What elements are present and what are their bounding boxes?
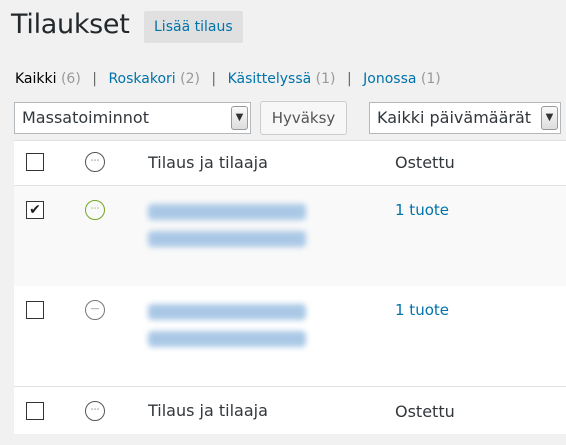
filter-trash-count: (2) [180, 71, 200, 87]
filter-processing[interactable]: Käsittelyssä [228, 71, 312, 87]
table-row[interactable]: ✔ ⋯ 1 tuote [14, 186, 566, 286]
order-column-header[interactable]: Tilaus ja tilaaja [148, 401, 268, 420]
bulk-actions-value: Massatoiminnot [22, 108, 149, 127]
purchased-items-link[interactable]: 1 tuote [395, 201, 449, 219]
table-header: ⋯ Tilaus ja tilaaja Ostettu [14, 141, 566, 186]
order-title-redacted[interactable] [148, 304, 306, 320]
table-footer: ⋯ Tilaus ja tilaaja Ostettu [14, 388, 566, 434]
filter-all-count: (6) [60, 71, 81, 87]
add-order-button[interactable]: Lisää tilaus [144, 11, 243, 43]
bulk-actions-select[interactable]: Massatoiminnot ▼ [14, 102, 251, 134]
order-email-redacted [148, 231, 306, 247]
orders-table: ⋯ Tilaus ja tilaaja Ostettu ✔ ⋯ 1 tuote … [14, 140, 566, 434]
order-email-redacted [148, 331, 306, 347]
row-checkbox[interactable]: ✔ [26, 201, 44, 219]
cancelled-status-icon: — [85, 300, 105, 320]
purchased-column-header: Ostettu [395, 153, 455, 172]
page-title: Tilaukset [11, 9, 130, 40]
filter-on-hold-count: (1) [420, 71, 441, 87]
status-filter-links: Kaikki (6) | Roskakori (2) | Käsittelyss… [15, 71, 441, 87]
chevron-down-icon: ▼ [231, 106, 248, 130]
row-checkbox[interactable] [26, 301, 44, 319]
table-row[interactable]: — 1 tuote [14, 286, 566, 387]
chevron-down-icon: ▼ [541, 106, 558, 130]
filter-trash[interactable]: Roskakori [108, 71, 175, 87]
separator: | [92, 71, 97, 87]
apply-button[interactable]: Hyväksy [260, 101, 347, 135]
purchased-column-header: Ostettu [395, 402, 455, 421]
date-filter-value: Kaikki päivämäärät [377, 108, 532, 127]
filter-on-hold[interactable]: Jonossa [363, 71, 416, 87]
status-column-icon: ⋯ [85, 401, 105, 421]
filter-all[interactable]: Kaikki [15, 71, 57, 87]
order-column-header[interactable]: Tilaus ja tilaaja [148, 153, 268, 172]
separator: | [346, 71, 352, 87]
status-column-icon: ⋯ [85, 152, 105, 172]
processing-status-icon: ⋯ [85, 200, 105, 220]
select-all-checkbox[interactable] [26, 402, 44, 420]
filter-processing-count: (1) [315, 71, 336, 87]
select-all-checkbox[interactable] [26, 153, 44, 171]
order-title-redacted[interactable] [148, 204, 306, 220]
purchased-items-link[interactable]: 1 tuote [395, 301, 449, 319]
date-filter-select[interactable]: Kaikki päivämäärät ▼ [369, 102, 561, 134]
separator: | [211, 71, 217, 87]
